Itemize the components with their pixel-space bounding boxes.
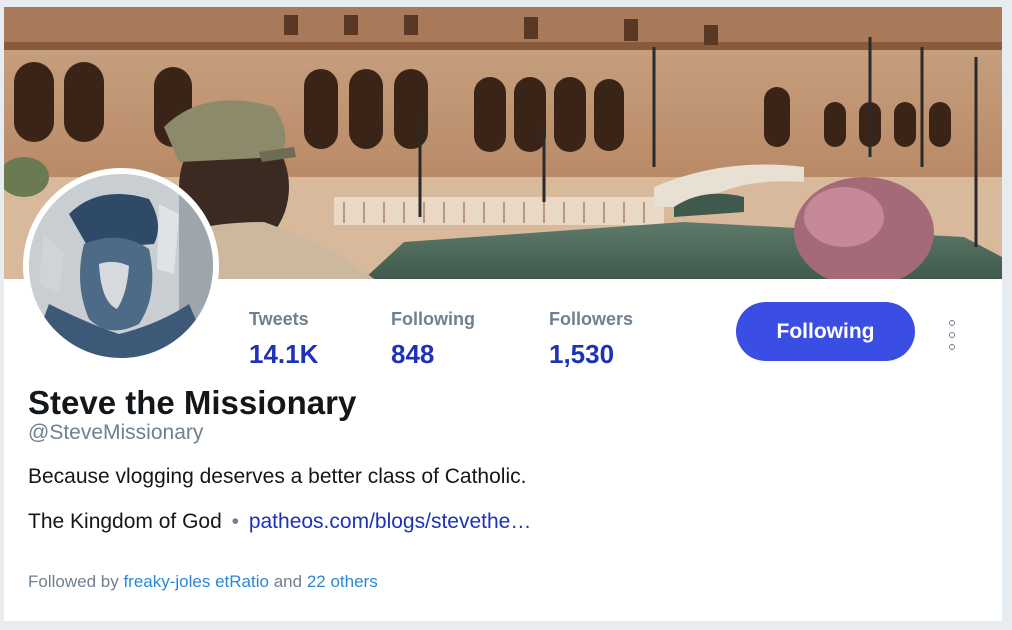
ellipsis-dot	[949, 344, 955, 350]
following-button[interactable]: Following	[736, 302, 915, 361]
followed-by-prefix: Followed by	[28, 572, 119, 591]
followed-by-and: and	[273, 572, 303, 591]
profile-meta: The Kingdom of God • patheos.com/blogs/s…	[28, 509, 531, 535]
following-count: 848	[391, 339, 435, 369]
user-handle: @SteveMissionary	[28, 421, 204, 444]
tweets-count: 14.1K	[249, 339, 319, 369]
followed-by-others-link[interactable]: 22 others	[307, 572, 378, 591]
ellipsis-dot	[949, 332, 955, 338]
following-label: Following	[391, 309, 475, 329]
stat-tweets[interactable]: Tweets 14.1K	[249, 308, 318, 370]
website-link[interactable]: patheos.com/blogs/stevethe…	[249, 510, 532, 533]
ellipsis-dot	[949, 320, 955, 326]
meta-separator: •	[231, 510, 239, 533]
location-text: The Kingdom of God	[28, 510, 222, 533]
profile-card: Tweets 14.1K Following 848 Followers 1,5…	[4, 7, 1002, 621]
followers-label: Followers	[549, 309, 634, 329]
profile-bio: Because vlogging deserves a better class…	[28, 465, 527, 488]
vertical-ellipsis-icon[interactable]	[942, 320, 962, 350]
followed-by-names-link[interactable]: freaky-joles etRatio	[123, 572, 269, 591]
display-name: Steve the Missionary	[28, 384, 357, 421]
followed-by: Followed by freaky-joles etRatio and 22 …	[28, 572, 378, 592]
stat-followers[interactable]: Followers 1,530	[549, 308, 633, 370]
followers-count: 1,530	[549, 339, 615, 369]
profile-avatar[interactable]	[23, 168, 219, 364]
stat-following[interactable]: Following 848	[391, 308, 475, 370]
tweets-label: Tweets	[249, 309, 309, 329]
